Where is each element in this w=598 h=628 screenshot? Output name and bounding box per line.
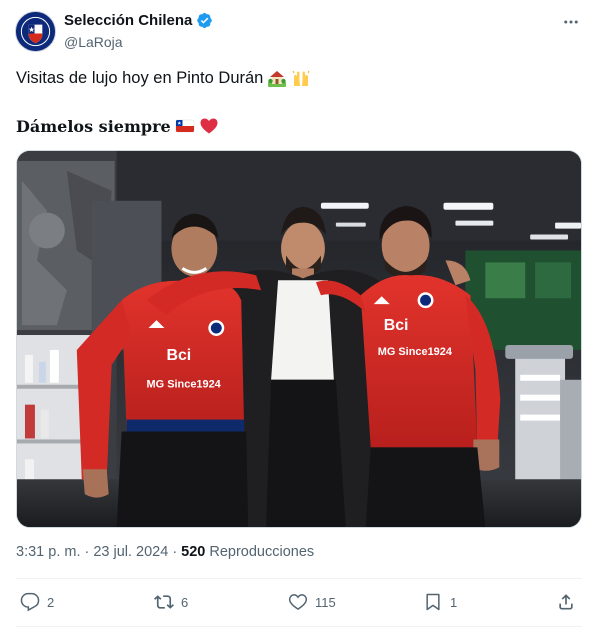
tweet-text-bold: Dámelos siempre (16, 116, 171, 136)
chile-flag-emoji (175, 119, 194, 133)
retweet-button[interactable]: 6 (154, 592, 188, 612)
tweet-time[interactable]: 3:31 p. m. (16, 544, 80, 560)
retweet-icon (154, 595, 174, 609)
author-name-row: Selección Chilena (64, 12, 213, 29)
display-name[interactable]: Selección Chilena (64, 12, 192, 29)
meta-separator: · (84, 544, 90, 560)
reply-button[interactable]: 2 (20, 592, 54, 612)
bookmark-icon (426, 593, 440, 611)
bookmark-button[interactable]: 1 (423, 592, 457, 612)
tweet-photo[interactable]: Bci MG Since1924 Bci MG Since1924 (16, 150, 582, 528)
tweet-text-line2: Dámelos siempre (16, 116, 219, 136)
reply-icon (20, 592, 40, 612)
tweet-text-line1: Visitas de lujo hoy en Pinto Durán (16, 68, 311, 88)
views-count: 520 (181, 544, 206, 560)
red-heart-emoji (200, 118, 218, 134)
raising-hands-emoji (292, 70, 310, 86)
chile-crest-icon (16, 12, 55, 51)
photo-image: Bci MG Since1924 Bci MG Since1924 (17, 151, 581, 527)
share-icon (559, 594, 573, 610)
share-button[interactable] (556, 592, 576, 612)
jersey-sponsor2-text: MG Since1924 (147, 379, 222, 391)
jersey-sponsor2-text-right: MG Since1924 (378, 346, 453, 358)
action-bar: 2 6 115 1 (16, 588, 582, 620)
heart-icon (288, 594, 308, 610)
views-label: Reproducciones (209, 544, 315, 560)
tweet-text: Visitas de lujo hoy en Pinto Durán (16, 68, 264, 87)
handle[interactable]: @LaRoja (64, 34, 123, 50)
divider (16, 578, 582, 579)
reply-count: 2 (47, 594, 55, 610)
like-count: 115 (315, 594, 336, 610)
more-options-icon (564, 20, 578, 24)
like-button[interactable]: 115 (288, 592, 336, 612)
tweet-date[interactable]: 23 jul. 2024 (93, 544, 168, 560)
jersey-sponsor-text-right: Bci (384, 317, 409, 334)
verified-badge-icon (197, 12, 213, 29)
avatar[interactable] (15, 11, 56, 52)
bottom-divider (16, 626, 582, 627)
tweet-metadata: 3:31 p. m. · 23 jul. 2024 · 520 Reproduc… (16, 544, 314, 560)
tweet-header: Selección Chilena @LaRoja (0, 0, 598, 60)
house-with-garden-emoji (268, 71, 287, 87)
more-options-button[interactable] (560, 13, 582, 31)
retweet-count: 6 (181, 594, 189, 610)
meta-separator-2: · (172, 544, 178, 560)
bookmark-count: 1 (450, 594, 458, 610)
jersey-sponsor-text: Bci (166, 347, 191, 364)
